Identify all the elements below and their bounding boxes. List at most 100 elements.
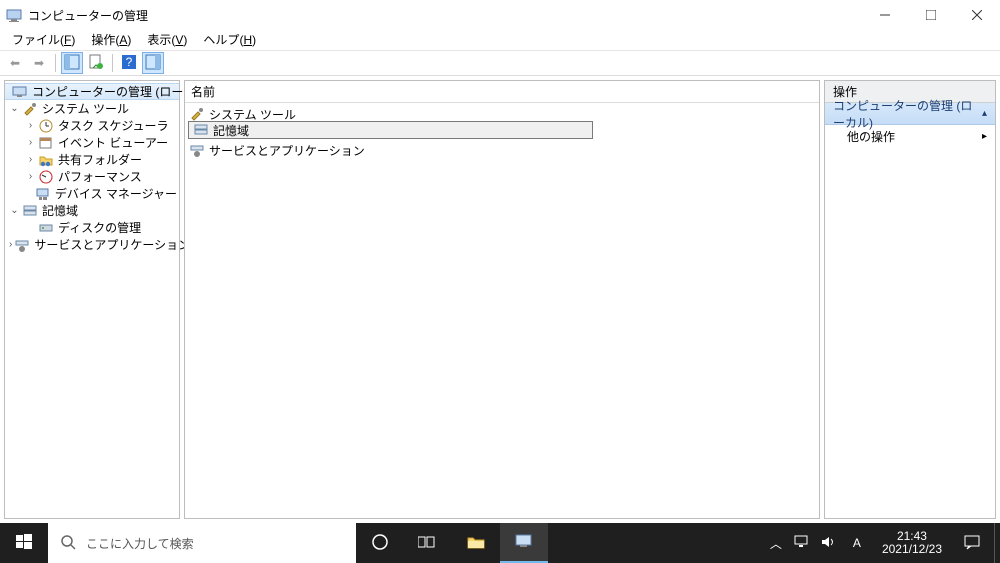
arrow-left-icon: ⬅ [10, 56, 20, 70]
menu-file[interactable]: ファイル(F) [4, 29, 83, 50]
list-column-header[interactable]: 名前 [185, 81, 819, 103]
tree-node-disk-management[interactable]: › ディスクの管理 [5, 219, 179, 236]
task-view-button[interactable] [404, 523, 452, 563]
actions-pane-icon [145, 54, 161, 73]
tree-root-node[interactable]: ▸ コンピューターの管理 (ローカル) [5, 83, 179, 100]
tree-node-performance[interactable]: › パフォーマンス [5, 168, 179, 185]
properties-icon [88, 54, 104, 73]
notification-icon [963, 534, 981, 553]
list-item-label: サービスとアプリケーション [209, 142, 365, 159]
tree-node-task-scheduler[interactable]: › タスク スケジューラ [5, 117, 179, 134]
taskbar-search[interactable]: ここに入力して検索 [48, 523, 356, 563]
properties-button[interactable] [85, 52, 107, 74]
svg-text:?: ? [126, 55, 133, 69]
maximize-button[interactable] [908, 0, 954, 30]
speaker-icon [820, 535, 836, 552]
close-button[interactable] [954, 0, 1000, 30]
tree-label: デバイス マネージャー [53, 185, 179, 202]
tree-label: イベント ビューアー [56, 134, 170, 151]
show-desktop-button[interactable] [994, 523, 1000, 563]
folder-icon [466, 534, 486, 553]
expander-icon[interactable]: › [25, 154, 36, 165]
taskbar: ここに入力して検索 ︿ A 21:43 2021/12/23 [0, 523, 1000, 563]
tray-overflow-button[interactable]: ︿ [766, 535, 786, 552]
system-tray: ︿ A [762, 523, 874, 563]
tree-label: ディスクの管理 [56, 219, 143, 236]
submenu-arrow-icon: ▸ [982, 131, 987, 142]
storage-icon [193, 122, 209, 138]
list-item-storage[interactable]: 記憶域 [188, 121, 593, 139]
help-button[interactable]: ? [118, 52, 140, 74]
list-pane: 名前 システム ツール 記憶域 サービスとアプリケーション [184, 80, 820, 519]
list-item-services-apps[interactable]: サービスとアプリケーション [185, 141, 819, 159]
computer-icon [12, 84, 28, 100]
tray-network-button[interactable] [792, 535, 812, 552]
forward-button[interactable]: ➡ [28, 52, 50, 74]
window-titlebar: コンピューターの管理 [0, 0, 1000, 30]
tools-icon [189, 106, 205, 122]
taskbar-computer-management[interactable] [500, 523, 548, 563]
circle-icon [371, 533, 389, 554]
arrow-right-icon: ➡ [34, 56, 44, 70]
toolbar-separator [112, 54, 113, 72]
tree-label: タスク スケジューラ [56, 117, 171, 134]
menu-action[interactable]: 操作(A) [83, 29, 139, 50]
performance-icon [38, 169, 54, 185]
tree-node-device-manager[interactable]: › デバイス マネージャー [5, 185, 179, 202]
tree-label: 共有フォルダー [56, 151, 144, 168]
event-icon [38, 135, 54, 151]
chevron-up-icon: ︿ [770, 535, 782, 552]
back-button[interactable]: ⬅ [4, 52, 26, 74]
cortana-button[interactable] [356, 523, 404, 563]
show-actions-button[interactable] [142, 52, 164, 74]
tray-volume-button[interactable] [818, 535, 838, 552]
start-button[interactable] [0, 523, 48, 563]
tools-icon [22, 101, 38, 117]
content-area: ▸ コンピューターの管理 (ローカル) ⌄ システム ツール › タスク スケジ… [0, 75, 1000, 523]
search-icon [60, 534, 76, 553]
device-icon [35, 186, 51, 202]
disk-icon [38, 220, 54, 236]
show-tree-button[interactable] [61, 52, 83, 74]
expander-icon[interactable]: › [25, 137, 36, 148]
expander-icon[interactable]: ⌄ [9, 103, 20, 114]
clock-icon [38, 118, 54, 134]
ime-indicator: A [853, 536, 861, 550]
collapse-icon: ▴ [982, 108, 987, 119]
expander-icon[interactable]: › [9, 239, 12, 250]
tray-ime-button[interactable]: A [844, 536, 870, 550]
taskbar-search-placeholder: ここに入力して検索 [86, 535, 194, 552]
expander-icon[interactable]: › [25, 171, 36, 182]
tree-node-services-apps[interactable]: › サービスとアプリケーション [5, 236, 179, 253]
window-title: コンピューターの管理 [28, 7, 148, 24]
windows-icon [16, 534, 32, 553]
app-icon [6, 7, 22, 23]
clock-date: 2021/12/23 [882, 543, 942, 556]
list-item-label: システム ツール [209, 106, 296, 123]
tree-label: パフォーマンス [56, 168, 144, 185]
taskbar-clock[interactable]: 21:43 2021/12/23 [874, 523, 950, 563]
actions-pane: 操作 コンピューターの管理 (ローカル) ▴ 他の操作 ▸ [824, 80, 996, 519]
tree-node-system-tools[interactable]: ⌄ システム ツール [5, 100, 179, 117]
expander-icon[interactable]: › [25, 120, 36, 131]
tree-node-storage[interactable]: ⌄ 記憶域 [5, 202, 179, 219]
tree-node-event-viewer[interactable]: › イベント ビューアー [5, 134, 179, 151]
menubar: ファイル(F) 操作(A) 表示(V) ヘルプ(H) [0, 30, 1000, 50]
action-center-button[interactable] [950, 523, 994, 563]
services-icon [14, 237, 30, 253]
shared-folder-icon [38, 152, 54, 168]
taskview-icon [418, 534, 438, 553]
minimize-button[interactable] [862, 0, 908, 30]
tree-label: サービスとアプリケーション [32, 236, 192, 253]
tree-node-shared-folders[interactable]: › 共有フォルダー [5, 151, 179, 168]
menu-view[interactable]: 表示(V) [139, 29, 195, 50]
actions-more-label: 他の操作 [847, 128, 895, 145]
taskbar-file-explorer[interactable] [452, 523, 500, 563]
actions-selection-header[interactable]: コンピューターの管理 (ローカル) ▴ [825, 103, 995, 125]
tree-pane-icon [64, 54, 80, 73]
tree-pane: ▸ コンピューターの管理 (ローカル) ⌄ システム ツール › タスク スケジ… [4, 80, 180, 519]
tree-label: システム ツール [40, 100, 131, 117]
expander-icon[interactable]: ⌄ [9, 205, 20, 216]
menu-help[interactable]: ヘルプ(H) [195, 29, 264, 50]
toolbar-separator [55, 54, 56, 72]
